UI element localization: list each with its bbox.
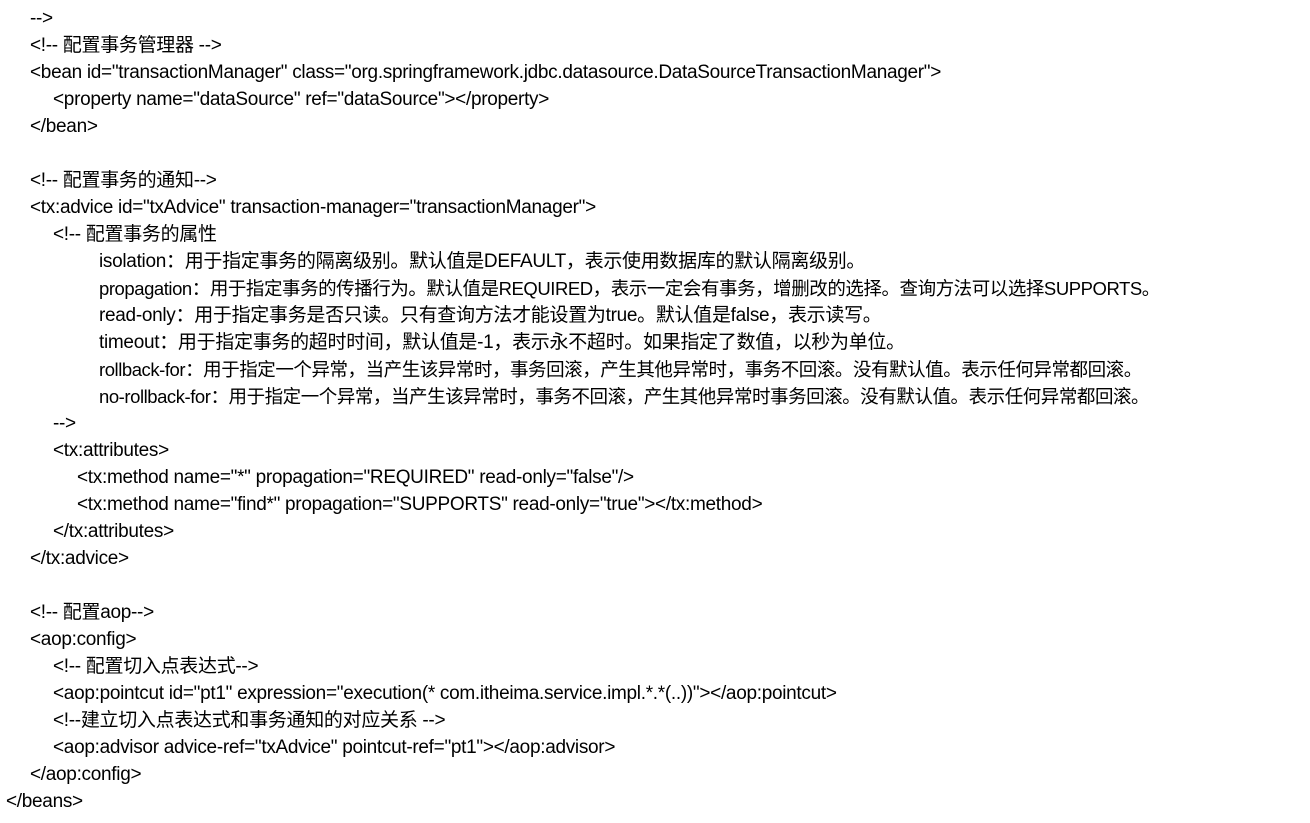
code-line: <!-- 配置事务的通知--> <box>30 170 217 191</box>
code-line: <aop:pointcut id="pt1" expression="execu… <box>53 683 837 704</box>
code-line: --> <box>30 8 53 29</box>
code-line: <tx:attributes> <box>53 440 169 461</box>
comment-line: timeout：用于指定事务的超时时间，默认值是-1，表示永不超时。如果指定了数… <box>99 332 905 353</box>
code-line: <!-- 配置事务的属性 <box>53 224 217 245</box>
comment-line: no-rollback-for：用于指定一个异常，当产生该异常时，事务不回滚，产… <box>99 386 1150 407</box>
code-line: --> <box>53 413 76 434</box>
code-line: <tx:advice id="txAdvice" transaction-man… <box>30 197 596 218</box>
code-line: <!-- 配置aop--> <box>30 602 154 623</box>
code-line: <tx:method name="find*" propagation="SUP… <box>77 494 763 515</box>
code-document: --> <!-- 配置事务管理器 --> <bean id="transacti… <box>0 5 1310 815</box>
comment-line: read-only：用于指定事务是否只读。只有查询方法才能设置为true。默认值… <box>99 305 882 326</box>
code-line: </bean> <box>30 116 98 137</box>
code-line: <property name="dataSource" ref="dataSou… <box>53 89 550 110</box>
comment-line: isolation：用于指定事务的隔离级别。默认值是DEFAULT，表示使用数据… <box>99 251 866 272</box>
code-line: <aop:config> <box>30 629 137 650</box>
code-line: <!--建立切入点表达式和事务通知的对应关系 --> <box>53 710 446 731</box>
comment-line: propagation：用于指定事务的传播行为。默认值是REQUIRED，表示一… <box>99 278 1160 299</box>
comment-line: rollback-for：用于指定一个异常，当产生该异常时，事务回滚，产生其他异… <box>99 359 1142 380</box>
code-line: <!-- 配置事务管理器 --> <box>30 35 222 56</box>
code-line: </beans> <box>6 791 83 812</box>
code-line: <bean id="transactionManager" class="org… <box>30 62 942 83</box>
code-line: </tx:attributes> <box>53 521 174 542</box>
code-line: </tx:advice> <box>30 548 129 569</box>
code-line: <tx:method name="*" propagation="REQUIRE… <box>77 467 634 488</box>
code-line: </aop:config> <box>30 764 142 785</box>
code-line: <aop:advisor advice-ref="txAdvice" point… <box>53 737 616 758</box>
code-line: <!-- 配置切入点表达式--> <box>53 656 259 677</box>
